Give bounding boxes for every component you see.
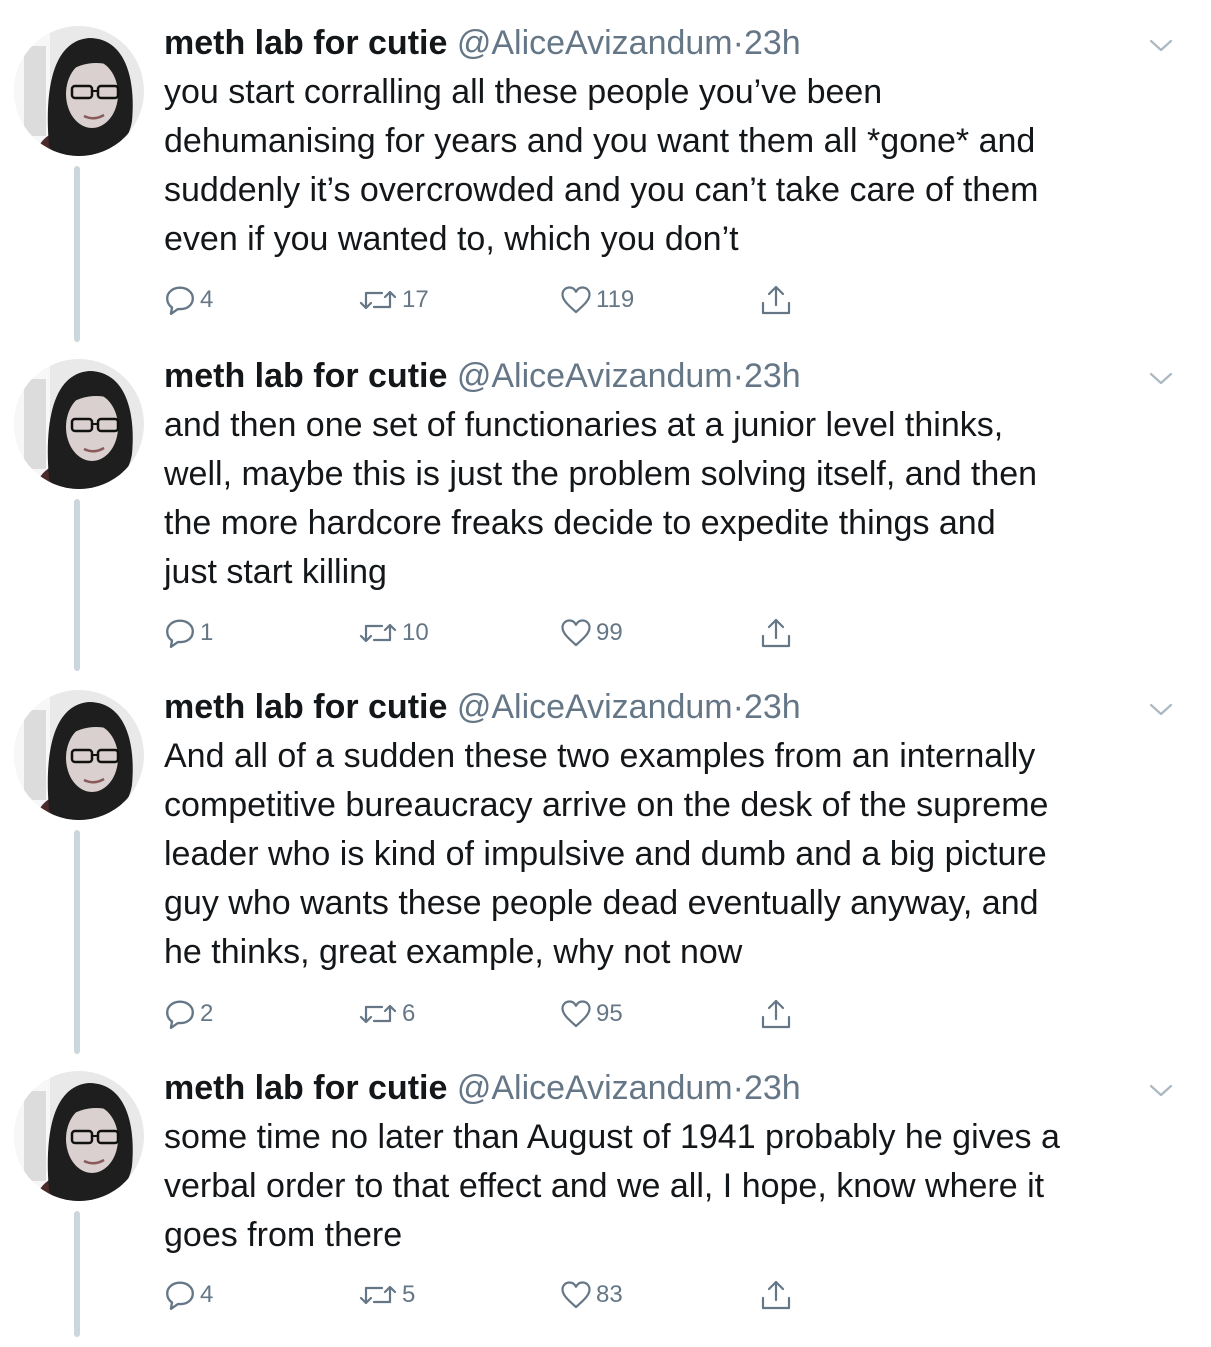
retweet-button[interactable]: 6 <box>358 994 415 1034</box>
tweet-actions: 1 10 99 <box>164 613 814 653</box>
timestamp[interactable]: 23h <box>744 1069 801 1107</box>
user-handle[interactable]: @AliceAvizandum <box>457 1069 733 1107</box>
chevron-down-icon[interactable] <box>1146 363 1176 393</box>
reply-count: 4 <box>200 286 214 313</box>
tweet-header: meth lab for cutie @AliceAvizandum·23h <box>164 355 801 397</box>
like-count: 119 <box>596 286 635 313</box>
retweet-count: 17 <box>402 286 429 313</box>
thread-line <box>74 166 80 342</box>
like-button[interactable]: 119 <box>560 280 634 320</box>
tweet-header: meth lab for cutie @AliceAvizandum·23h <box>164 686 801 728</box>
like-button[interactable]: 83 <box>560 1275 623 1315</box>
avatar[interactable] <box>14 26 144 156</box>
tweet-text: some time no later than August of 1941 p… <box>164 1118 1060 1254</box>
like-button[interactable]: 95 <box>560 994 623 1034</box>
reply-count: 4 <box>200 1281 214 1308</box>
retweet-icon <box>358 998 398 1030</box>
avatar[interactable] <box>14 359 144 489</box>
reply-count: 2 <box>200 1000 214 1027</box>
separator-dot: · <box>732 688 744 726</box>
thread-line <box>74 830 80 1054</box>
timestamp[interactable]: 23h <box>744 357 801 395</box>
share-button[interactable] <box>760 613 792 653</box>
chevron-down-icon[interactable] <box>1146 1075 1176 1105</box>
tweet-actions: 4 17 119 <box>164 280 814 320</box>
heart-icon <box>560 998 592 1030</box>
reply-button[interactable]: 4 <box>164 1275 213 1315</box>
tweet-header: meth lab for cutie @AliceAvizandum·23h <box>164 1067 801 1109</box>
tweet[interactable]: meth lab for cutie @AliceAvizandum·23h a… <box>0 333 1211 673</box>
user-handle[interactable]: @AliceAvizandum <box>457 357 733 395</box>
display-name[interactable]: meth lab for cutie <box>164 24 447 62</box>
chevron-down-icon[interactable] <box>1146 694 1176 724</box>
separator-dot: · <box>732 24 744 62</box>
reply-icon <box>164 284 196 316</box>
share-button[interactable] <box>760 280 792 320</box>
chevron-down-icon[interactable] <box>1146 30 1176 60</box>
heart-icon <box>560 1279 592 1311</box>
separator-dot: · <box>732 1069 744 1107</box>
tweet-header: meth lab for cutie @AliceAvizandum·23h <box>164 22 801 64</box>
display-name[interactable]: meth lab for cutie <box>164 688 447 726</box>
share-icon <box>760 617 792 649</box>
share-icon <box>760 1279 792 1311</box>
retweet-button[interactable]: 17 <box>358 280 429 320</box>
retweet-count: 10 <box>402 619 429 646</box>
reply-button[interactable]: 4 <box>164 280 213 320</box>
like-count: 83 <box>596 1281 623 1308</box>
separator-dot: · <box>732 357 744 395</box>
tweet-text: And all of a sudden these two examples f… <box>164 737 1049 971</box>
reply-icon <box>164 617 196 649</box>
avatar[interactable] <box>14 690 144 820</box>
user-handle[interactable]: @AliceAvizandum <box>457 24 733 62</box>
retweet-icon <box>358 284 398 316</box>
share-icon <box>760 284 792 316</box>
tweet[interactable]: meth lab for cutie @AliceAvizandum·23h y… <box>0 0 1211 342</box>
reply-button[interactable]: 1 <box>164 613 213 653</box>
reply-count: 1 <box>200 619 214 646</box>
tweet[interactable]: meth lab for cutie @AliceAvizandum·23h s… <box>0 1045 1211 1347</box>
tweet-text: and then one set of functionaries at a j… <box>164 406 1038 591</box>
retweet-icon <box>358 1279 398 1311</box>
retweet-icon <box>358 617 398 649</box>
like-count: 95 <box>596 1000 623 1027</box>
display-name[interactable]: meth lab for cutie <box>164 357 447 395</box>
reply-icon <box>164 1279 196 1311</box>
share-icon <box>760 998 792 1030</box>
retweet-button[interactable]: 5 <box>358 1275 415 1315</box>
tweet-text: you start corralling all these people yo… <box>164 73 1039 258</box>
reply-icon <box>164 998 196 1030</box>
share-button[interactable] <box>760 1275 792 1315</box>
share-button[interactable] <box>760 994 792 1034</box>
avatar[interactable] <box>14 1071 144 1201</box>
thread-line <box>74 1211 80 1337</box>
user-handle[interactable]: @AliceAvizandum <box>457 688 733 726</box>
thread-line <box>74 499 80 671</box>
retweet-count: 6 <box>402 1000 416 1027</box>
retweet-count: 5 <box>402 1281 416 1308</box>
tweet-actions: 2 6 95 <box>164 994 814 1034</box>
timestamp[interactable]: 23h <box>744 688 801 726</box>
timestamp[interactable]: 23h <box>744 24 801 62</box>
tweet[interactable]: meth lab for cutie @AliceAvizandum·23h A… <box>0 664 1211 1054</box>
retweet-button[interactable]: 10 <box>358 613 429 653</box>
heart-icon <box>560 617 592 649</box>
like-count: 99 <box>596 619 623 646</box>
like-button[interactable]: 99 <box>560 613 623 653</box>
tweet-actions: 4 5 83 <box>164 1275 814 1315</box>
reply-button[interactable]: 2 <box>164 994 213 1034</box>
heart-icon <box>560 284 592 316</box>
display-name[interactable]: meth lab for cutie <box>164 1069 447 1107</box>
